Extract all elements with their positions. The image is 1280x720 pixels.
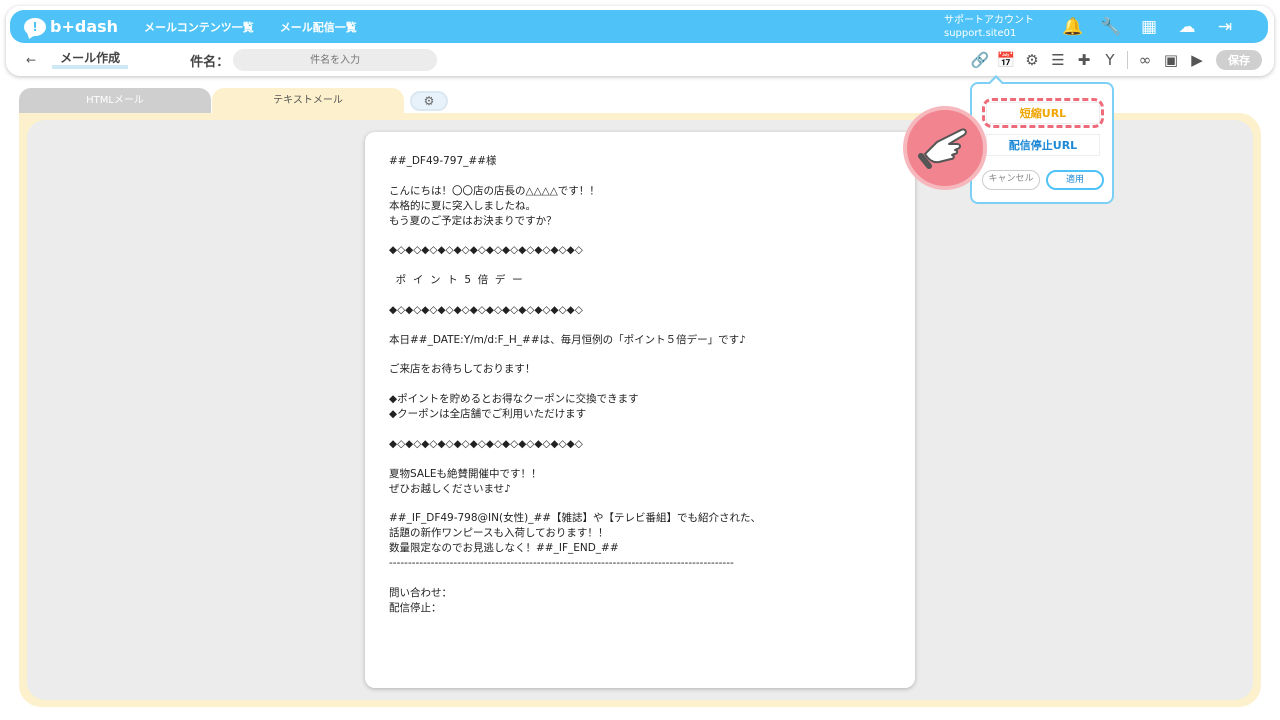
back-link[interactable]: ← メール作成 <box>26 51 129 69</box>
email-body-line: 本日##_DATE:Y/m/d:F_H_##は、毎月恒例の「ポイント５倍デー」で… <box>389 333 746 346</box>
pointing-hand-icon <box>903 106 987 190</box>
back-arrow-icon[interactable]: ← <box>26 53 36 67</box>
play-icon[interactable]: ▶ <box>1184 51 1210 69</box>
email-body-line: ##_DF49-797_##様 <box>389 155 497 167</box>
database-icon[interactable]: ☰ <box>1045 51 1071 69</box>
email-body-line: ぜひお越しくださいませ♪ <box>389 482 511 495</box>
email-body-line: 数量限定なのでお見逃しなく！##_IF_END_## <box>389 542 619 555</box>
account-label: サポートアカウント <box>944 14 1034 26</box>
highlight-outline <box>982 98 1104 128</box>
account-info[interactable]: サポートアカウント support.site01 <box>944 14 1034 40</box>
email-body-line: ◆ポイントを貯めるとお得なクーポンに交換できます <box>389 393 639 406</box>
chain-icon[interactable]: ∞ <box>1132 51 1158 69</box>
wrench-icon[interactable]: 🔧 <box>1092 17 1130 37</box>
email-body-line: ◆◇◆◇◆◇◆◇◆◇◆◇◆◇◆◇◆◇◆◇◆◇◆◇ <box>389 303 583 316</box>
email-body-line <box>389 422 891 437</box>
email-body-line <box>389 169 891 184</box>
email-body-line <box>389 288 891 303</box>
tab-html-mail[interactable]: HTMLメール <box>19 88 211 114</box>
email-body-line: もう夏のご予定はお決まりですか？ <box>389 214 557 227</box>
email-body-line: ◆クーポンは全店舗でご利用いただけます <box>389 408 587 421</box>
page-title: メール作成 <box>52 51 129 69</box>
branch-icon[interactable]: Y <box>1097 51 1123 69</box>
email-body-line: ご来店をお待ちしております！ <box>389 363 536 376</box>
email-body-line <box>389 571 891 586</box>
email-body-line: 話題の新作ワンピースも入荷しております！！ <box>389 527 609 540</box>
email-body-line: ポ イ ン ト 5 倍 デ ー <box>389 274 523 287</box>
email-body-line: 問い合わせ： <box>389 586 452 599</box>
gears-icon[interactable]: ⚙ <box>1019 51 1045 69</box>
subject-label: 件名： <box>190 54 230 70</box>
editor-subbar: ← メール作成 件名： 🔗 📅 ⚙ ☰ ✚ Y ∞ ▣ ▶ 保存 <box>10 47 1268 73</box>
text-mail-editor[interactable]: ##_DF49-797_##様こんにちは！〇〇店の店長の△△△△です！！ 本格的に… <box>365 132 915 688</box>
logo-text: b+dash <box>50 17 119 36</box>
email-body-line <box>389 452 891 467</box>
editor-toolbar: 🔗 📅 ⚙ ☰ ✚ Y ∞ ▣ ▶ <box>967 51 1210 69</box>
link-insert-popup: 短縮URL 配信停止URL キャンセル 適用 <box>970 75 1114 204</box>
bell-icon[interactable]: 🔔 <box>1054 17 1092 37</box>
cancel-button[interactable]: キャンセル <box>982 170 1040 190</box>
subject-input[interactable] <box>233 49 438 71</box>
email-body-line: 本格的に夏に突入しましたね。 <box>389 199 536 212</box>
gear-icon[interactable]: ⚙ <box>410 91 448 111</box>
email-body-line: ◆◇◆◇◆◇◆◇◆◇◆◇◆◇◆◇◆◇◆◇◆◇◆◇ <box>389 437 583 450</box>
email-body-line <box>389 496 891 511</box>
email-body-line: ##_IF_DF49-798@IN(女性)_##【雑誌】や【テレビ番組】でも紹介… <box>389 512 762 525</box>
save-button[interactable]: 保存 <box>1216 50 1262 70</box>
unsubscribe-url-option[interactable]: 配信停止URL <box>986 134 1100 156</box>
logo-bubble-icon: ! <box>24 17 46 36</box>
tab-text-mail[interactable]: テキストメール <box>212 88 404 114</box>
email-body-line <box>389 318 891 333</box>
user-switch-icon[interactable]: ☁ <box>1168 17 1206 37</box>
grid-icon[interactable]: ▦ <box>1130 17 1168 37</box>
email-body-line: ◆◇◆◇◆◇◆◇◆◇◆◇◆◇◆◇◆◇◆◇◆◇◆◇ <box>389 244 583 257</box>
email-body-line <box>389 377 891 392</box>
apply-button[interactable]: 適用 <box>1046 170 1104 190</box>
top-navbar: ! b+dash メールコンテンツ一覧 メール配信一覧 サポートアカウント su… <box>10 10 1268 43</box>
link-icon[interactable]: 🔗 <box>967 51 993 69</box>
email-body-line <box>389 258 891 273</box>
email-body-line: ----------------------------------------… <box>389 557 734 570</box>
contact-icon[interactable]: ▣ <box>1158 51 1184 69</box>
toolbar-divider <box>1127 51 1128 69</box>
logout-icon[interactable]: ⇥ <box>1206 17 1244 37</box>
email-body-line: 配信停止： <box>389 601 442 614</box>
email-body-line: こんにちは！〇〇店の店長の△△△△です！！ <box>389 184 600 197</box>
top-icon-group: 🔔 🔧 ▦ ☁ ⇥ <box>1054 17 1244 37</box>
calendar-icon[interactable]: 📅 <box>993 51 1019 69</box>
email-body-line <box>389 228 891 243</box>
email-body-line <box>389 348 891 363</box>
nav-mail-deliveries[interactable]: メール配信一覧 <box>280 19 357 35</box>
nav-mail-contents[interactable]: メールコンテンツ一覧 <box>144 19 254 35</box>
email-body-line: 夏物SALEも絶賛開催中です！！ <box>389 467 542 480</box>
add-doc-icon[interactable]: ✚ <box>1071 51 1097 69</box>
account-site: support.site01 <box>944 27 1017 39</box>
main-nav: メールコンテンツ一覧 メール配信一覧 <box>144 19 383 35</box>
brand-logo[interactable]: ! b+dash <box>24 17 118 36</box>
